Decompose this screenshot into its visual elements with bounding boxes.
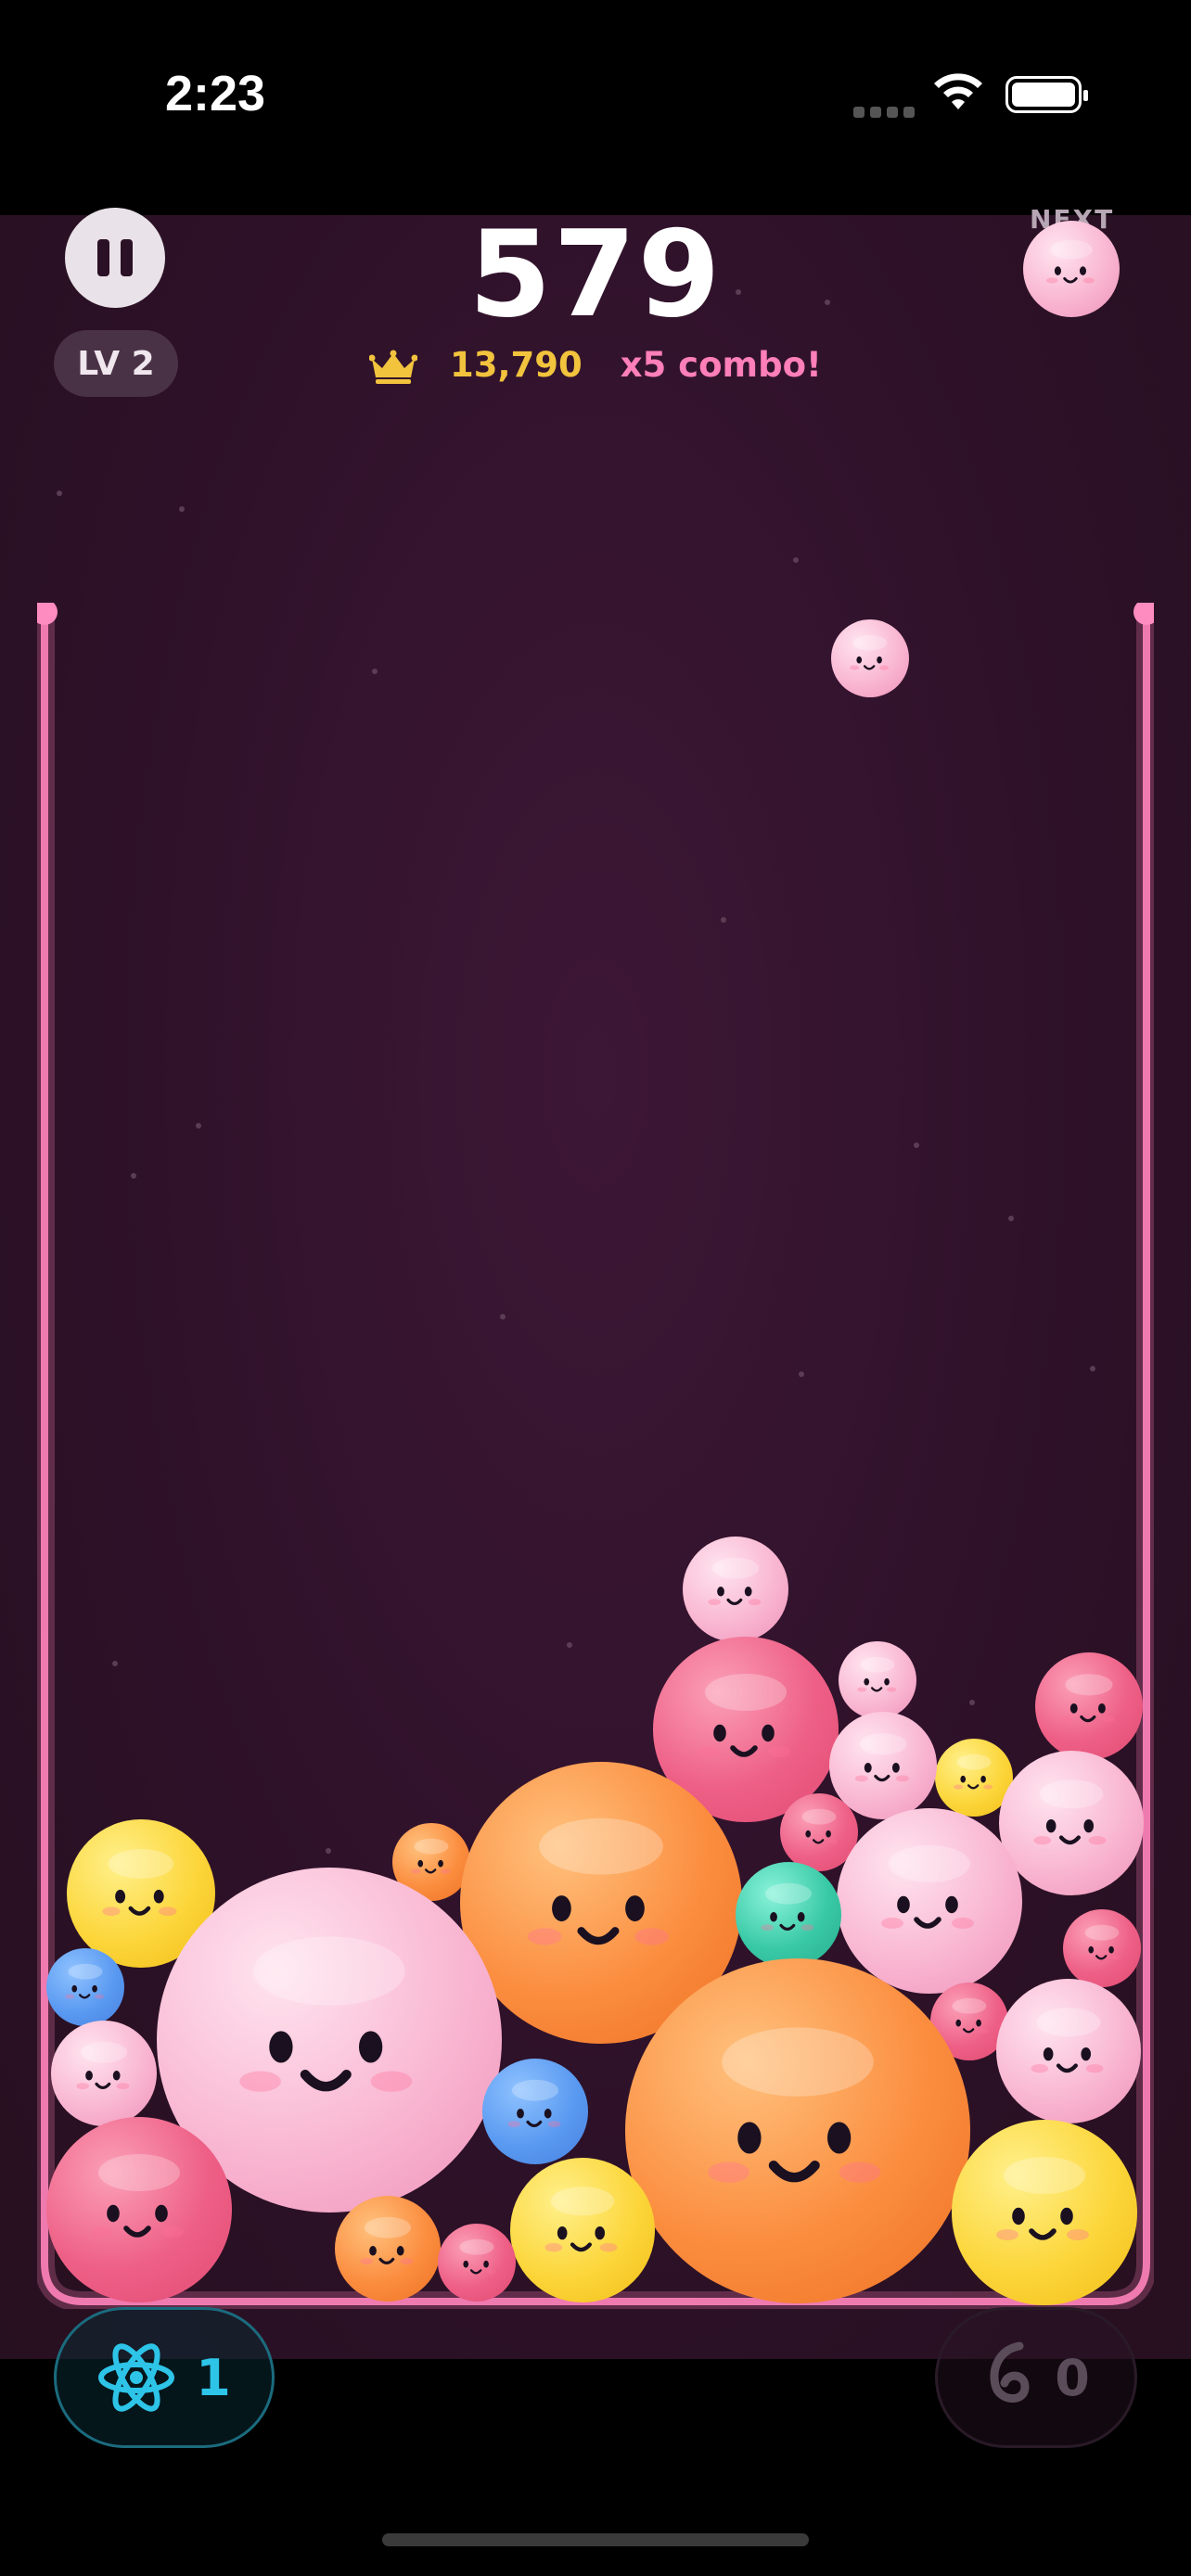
blue-ball — [46, 1948, 124, 2026]
swirl-icon — [990, 2341, 1030, 2403]
pink-medium-ball — [1035, 1652, 1143, 1760]
pink-medium-ball — [438, 2224, 516, 2302]
combo-text: x5 combo! — [620, 345, 822, 385]
crown-icon — [369, 350, 418, 384]
swirl-powerup-button[interactable]: 0 — [935, 2307, 1137, 2448]
pink-small-ball — [996, 1979, 1141, 2123]
falling-ball — [831, 619, 909, 697]
orange-ball — [625, 1958, 970, 2303]
battery-icon — [1005, 76, 1088, 113]
atom-icon — [98, 2343, 175, 2412]
next-ball-preview — [1023, 221, 1120, 317]
best-score-row: 13,790 x5 combo! — [0, 345, 1191, 385]
atom-powerup-button[interactable]: 1 — [54, 2307, 275, 2448]
pink-medium-ball — [1063, 1909, 1141, 1987]
cellular-signal-icon — [853, 104, 920, 121]
wifi-icon — [934, 73, 982, 109]
home-indicator — [382, 2533, 809, 2546]
swirl-powerup-count: 0 — [1055, 2348, 1090, 2407]
yellow-ball — [952, 2120, 1137, 2305]
best-score: 13,790 — [450, 345, 583, 385]
status-time: 2:23 — [165, 66, 266, 121]
blue-ball — [482, 2059, 588, 2164]
pink-small-ball — [683, 1537, 788, 1642]
status-bar: 2:23 — [0, 0, 1191, 215]
current-score: 579 — [468, 206, 723, 344]
orange-ball — [335, 2196, 441, 2302]
pink-small-ball — [839, 1641, 916, 1719]
teal-ball — [736, 1862, 841, 1968]
pink-small-ball — [51, 2021, 157, 2126]
pink-medium-ball — [46, 2117, 232, 2302]
yellow-ball — [510, 2158, 655, 2302]
atom-powerup-count: 1 — [196, 2348, 231, 2407]
